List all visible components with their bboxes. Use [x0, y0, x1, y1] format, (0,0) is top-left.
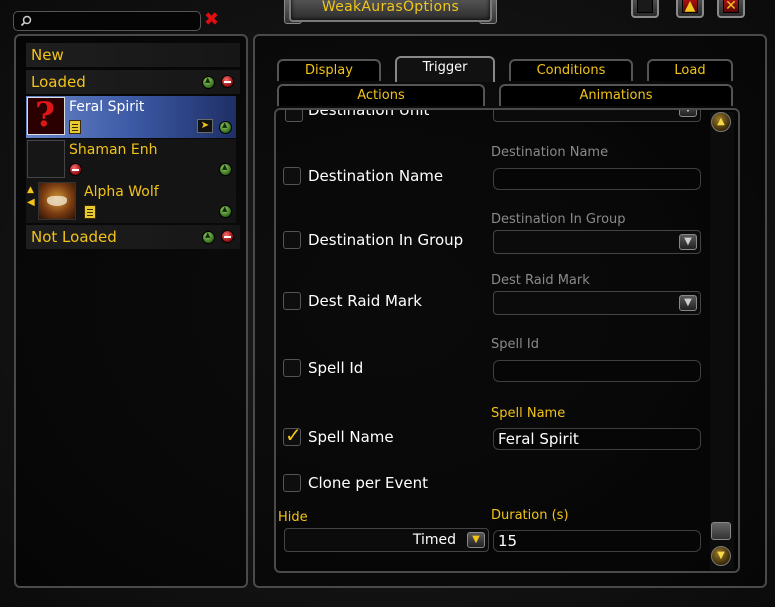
- chevron-down-icon[interactable]: ▼: [679, 234, 697, 250]
- not-loaded-group-header[interactable]: Not Loaded: [26, 225, 240, 249]
- tab-trigger[interactable]: Trigger: [395, 56, 495, 82]
- window-title[interactable]: WeakAurasOptions: [289, 0, 492, 22]
- chevron-down-icon[interactable]: ▼: [467, 532, 485, 548]
- checkbox-clone-per-event[interactable]: [283, 474, 301, 492]
- chevron-down-icon[interactable]: ▼: [679, 295, 697, 311]
- destination-in-group-field-label: Destination In Group: [491, 212, 626, 227]
- aura-row-shaman-enh[interactable]: Shaman Enh: [26, 139, 236, 181]
- wolf-icon: [38, 182, 76, 220]
- search-input[interactable]: [34, 13, 198, 31]
- new-aura-button[interactable]: New: [26, 43, 240, 67]
- aura-name: Feral Spirit: [69, 99, 145, 115]
- question-mark-icon: ?: [27, 95, 65, 135]
- expand-not-loaded-icon[interactable]: [202, 231, 215, 244]
- clone-per-event-label: Clone per Event: [308, 474, 428, 492]
- checkbox-destination-name[interactable]: [283, 167, 301, 185]
- destination-name-label: Destination Name: [308, 167, 444, 185]
- new-label: New: [31, 46, 64, 64]
- move-arrow-icon[interactable]: ➤: [197, 119, 213, 133]
- aura-row-feral-spirit[interactable]: ? Feral Spirit ➤: [26, 95, 236, 138]
- close-button[interactable]: ✕: [717, 0, 745, 18]
- tab-actions[interactable]: Actions: [277, 84, 485, 106]
- tab-display[interactable]: Display: [277, 59, 381, 81]
- clear-search-icon[interactable]: ✖: [204, 11, 220, 29]
- search-icon: [20, 15, 32, 27]
- checkbox-destination-in-group[interactable]: [283, 231, 301, 249]
- scroll-down-icon[interactable]: ▼: [711, 546, 731, 566]
- tab-conditions[interactable]: Conditions: [509, 59, 633, 81]
- dest-raid-mark-label: Dest Raid Mark: [308, 292, 422, 310]
- loaded-label: Loaded: [31, 73, 86, 91]
- dest-raid-mark-dropdown[interactable]: ▼: [493, 291, 701, 315]
- notes-icon[interactable]: [69, 120, 81, 134]
- minimize-area[interactable]: [631, 0, 659, 18]
- spell-id-label: Spell Id: [308, 359, 364, 377]
- spell-name-input[interactable]: Feral Spirit: [493, 428, 701, 450]
- collapse-not-loaded-icon[interactable]: [221, 230, 234, 243]
- destination-unit-label: Destination Unit: [308, 110, 430, 119]
- collapse-group-icon[interactable]: [69, 163, 82, 176]
- aura-name: Shaman Enh: [69, 142, 158, 158]
- destination-in-group-dropdown[interactable]: ▼: [493, 230, 701, 254]
- clipped-row: Destination Unit ▼: [276, 110, 708, 122]
- destination-unit-dropdown[interactable]: ▼: [493, 110, 701, 122]
- destination-in-group-label: Destination In Group: [308, 231, 464, 249]
- scrollbar[interactable]: [710, 112, 734, 570]
- move-top-button[interactable]: ▲: [676, 0, 704, 18]
- spell-id-input[interactable]: [493, 360, 701, 382]
- aura-row-alpha-wolf[interactable]: ▲ ◀ Alpha Wolf: [26, 181, 236, 223]
- empty-icon: [27, 140, 65, 178]
- aura-name: Alpha Wolf: [84, 184, 159, 200]
- spell-name-label: Spell Name: [308, 428, 394, 446]
- tab-animations[interactable]: Animations: [499, 84, 733, 106]
- hide-value: Timed: [412, 532, 456, 548]
- spell-name-field-label: Spell Name: [491, 406, 566, 421]
- show-aura-icon[interactable]: [219, 205, 232, 218]
- move-left-icon[interactable]: ◀: [27, 197, 35, 208]
- checkbox-spell-id[interactable]: [283, 359, 301, 377]
- scroll-up-icon[interactable]: ▲: [711, 112, 731, 132]
- checkbox-dest-raid-mark[interactable]: [283, 292, 301, 310]
- loaded-group-header[interactable]: Loaded: [26, 70, 240, 94]
- hide-label: Hide: [278, 510, 308, 525]
- close-icon: ✕: [723, 0, 739, 14]
- destination-name-input[interactable]: [493, 168, 701, 190]
- checkbox-spell-name[interactable]: [283, 423, 302, 447]
- spell-id-field-label: Spell Id: [491, 337, 539, 352]
- tab-load[interactable]: Load: [647, 59, 733, 81]
- checkbox-destination-unit[interactable]: [285, 110, 303, 122]
- notes-icon[interactable]: [84, 205, 96, 219]
- double-arrow-up-icon: ▲: [682, 0, 698, 14]
- duration-field-label: Duration (s): [491, 508, 569, 523]
- show-aura-icon[interactable]: [219, 163, 232, 176]
- collapse-loaded-icon[interactable]: [221, 75, 234, 88]
- hide-dropdown[interactable]: Timed ▼: [284, 528, 489, 552]
- scroll-thumb[interactable]: [711, 522, 731, 540]
- move-up-icon[interactable]: ▲: [27, 185, 34, 195]
- chevron-down-icon[interactable]: ▼: [679, 110, 697, 117]
- show-aura-icon[interactable]: [219, 121, 232, 134]
- search-field[interactable]: [13, 11, 201, 31]
- duration-input[interactable]: 15: [493, 530, 701, 552]
- dest-raid-mark-field-label: Dest Raid Mark: [491, 273, 590, 288]
- destination-name-field-label: Destination Name: [491, 145, 609, 160]
- not-loaded-label: Not Loaded: [31, 228, 117, 246]
- weakauras-options-window: WeakAurasOptions ▲ ✕ ✖ New Loaded ? Fera…: [0, 0, 775, 607]
- expand-loaded-icon[interactable]: [202, 76, 215, 89]
